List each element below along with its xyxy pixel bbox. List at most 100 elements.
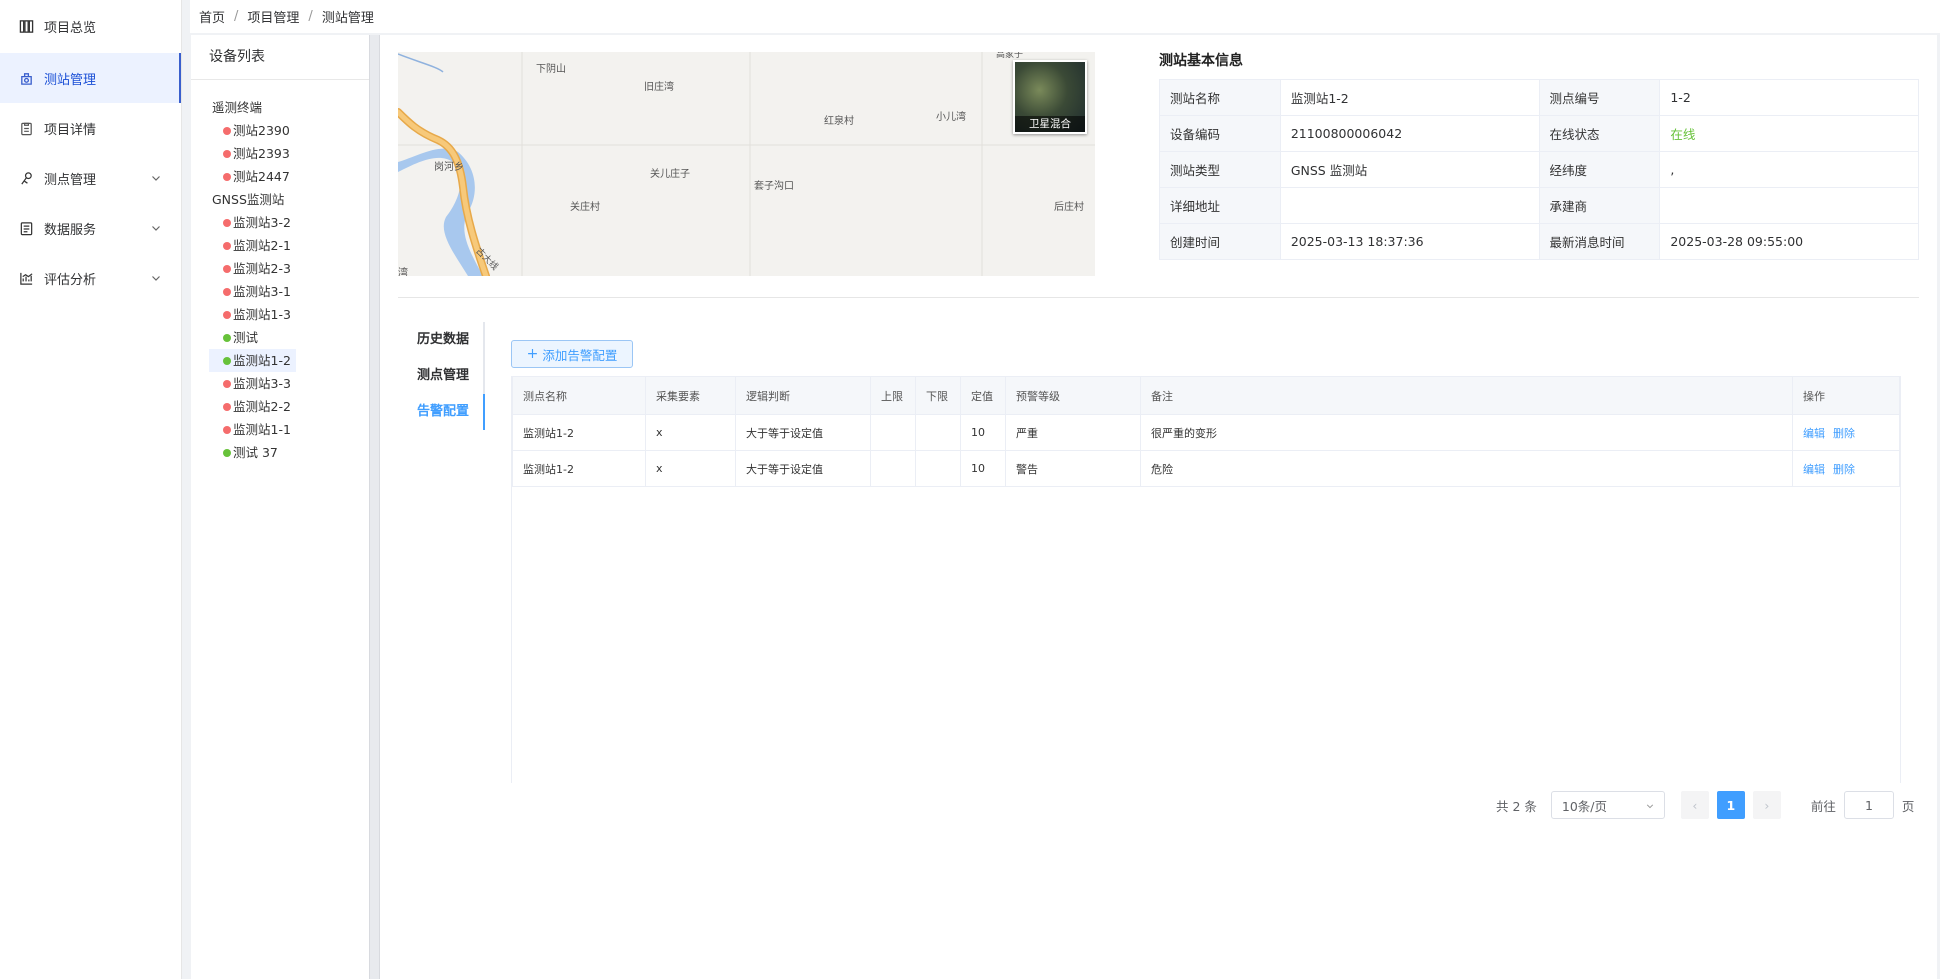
sidebar-item-overview[interactable]: 项目总览: [0, 0, 181, 53]
tree-leaf[interactable]: 监测站1-3: [209, 303, 296, 326]
cell-logic: 大于等于设定值: [735, 450, 871, 487]
tree-leaf[interactable]: 监测站2-3: [209, 257, 296, 280]
map-label: 套子沟口: [754, 181, 794, 192]
tree-leaf[interactable]: 测试 37: [209, 441, 296, 464]
status-dot: [223, 218, 231, 227]
next-page-button[interactable]: ›: [1752, 791, 1781, 819]
page-number-current[interactable]: 1: [1716, 791, 1745, 819]
sidebar-item-station-management[interactable]: 测站管理: [0, 53, 181, 103]
chevron-down-icon: [1646, 804, 1654, 809]
map-label: 旧庄湾: [644, 82, 674, 93]
sidebar-item-data-service[interactable]: 数据服务: [0, 203, 181, 253]
breadcrumb-home[interactable]: 首页: [199, 7, 225, 26]
info-key: 测站类型: [1159, 151, 1281, 188]
info-value: [1279, 187, 1540, 224]
map-label: 湾: [398, 268, 408, 276]
prev-page-button[interactable]: ‹: [1680, 791, 1709, 819]
cell-remark: 危险: [1140, 450, 1793, 487]
tab-alarm-config[interactable]: 告警配置: [398, 394, 485, 430]
device-name: 监测站2-2: [233, 399, 291, 414]
tree-group[interactable]: GNSS监测站: [209, 188, 369, 211]
map-label: 红泉村: [824, 116, 854, 127]
sidebar-item-project-detail[interactable]: 项目详情: [0, 103, 181, 153]
info-row: 详细地址 承建商: [1159, 187, 1919, 224]
tree-leaf-selected[interactable]: 监测站1-2: [209, 349, 296, 372]
tree-leaf[interactable]: 监测站2-2: [209, 395, 296, 418]
status-dot: [223, 149, 231, 158]
breadcrumb-project-management[interactable]: 项目管理: [247, 7, 299, 26]
cell-element: x: [645, 414, 736, 451]
info-key: 详细地址: [1159, 187, 1281, 224]
edit-link[interactable]: 编辑: [1803, 427, 1825, 440]
device-name: 测站2393: [233, 146, 290, 161]
tree-leaf[interactable]: 测站2393: [209, 142, 296, 165]
pagination: 共 2 条 10条/页 ‹ 1 › 前往 页: [1496, 791, 1914, 819]
info-key: 测站名称: [1159, 79, 1281, 116]
info-row: 测站类型 GNSS 监测站 经纬度 ,: [1159, 151, 1919, 188]
panel-splitter[interactable]: [369, 35, 380, 979]
device-name: 监测站3-2: [233, 215, 291, 230]
device-name: 监测站2-1: [233, 238, 291, 253]
tree-leaf[interactable]: 测站2390: [209, 119, 296, 142]
tree-leaf[interactable]: 监测站3-3: [209, 372, 296, 395]
column-header: 上限: [870, 376, 916, 415]
status-dot: [223, 425, 231, 434]
page-size-select[interactable]: 10条/页: [1550, 791, 1665, 819]
delete-link[interactable]: 删除: [1833, 463, 1855, 476]
sidebar-item-point-management[interactable]: 测点管理: [0, 153, 181, 203]
edit-link[interactable]: 编辑: [1803, 463, 1825, 476]
info-value: [1659, 187, 1919, 224]
info-key: 承建商: [1538, 187, 1661, 224]
tree-leaf[interactable]: 监测站1-1: [209, 418, 296, 441]
tree-leaf[interactable]: 测站2447: [209, 165, 296, 188]
tab-point-management[interactable]: 测点管理: [398, 358, 483, 394]
map-label: 岗河乡: [434, 162, 464, 173]
plus-icon: +: [526, 346, 539, 362]
sidebar-item-label: 项目总览: [44, 21, 97, 36]
device-name: 监测站2-3: [233, 261, 291, 276]
sidebar-item-analysis[interactable]: 评估分析: [0, 253, 181, 303]
breadcrumb-separator: /: [234, 9, 239, 24]
column-header: 备注: [1140, 376, 1793, 415]
info-key: 最新消息时间: [1538, 223, 1661, 260]
delete-link[interactable]: 删除: [1833, 427, 1855, 440]
column-header: 定值: [960, 376, 1006, 415]
status-dot: [223, 402, 231, 411]
info-value: ,: [1659, 151, 1919, 188]
map-view[interactable]: 下阴山 旧庄湾 红泉村 小儿湾 岗河乡 关儿庄子 套子沟口 关庄村 后庄村 湾 …: [398, 52, 1095, 276]
tree-leaf[interactable]: 监测站3-2: [209, 211, 296, 234]
info-value: 21100800006042: [1279, 115, 1540, 152]
info-key: 设备编码: [1159, 115, 1281, 152]
add-alarm-config-button[interactable]: + 添加告警配置: [511, 340, 633, 368]
map-label: 关庄村: [570, 202, 600, 213]
goto-page-input[interactable]: [1843, 791, 1894, 819]
sidebar: 项目总览 测站管理 项目详情 测点管理 数据服务 评估分析: [0, 0, 182, 979]
tree-leaf[interactable]: 监测站2-1: [209, 234, 296, 257]
chevron-right-icon: ›: [1764, 797, 1770, 813]
device-list-title: 设备列表: [191, 35, 369, 80]
goto-prefix: 前往: [1810, 798, 1836, 814]
tree-group[interactable]: 遥测终端: [209, 96, 369, 119]
tree-leaf[interactable]: 测试: [209, 326, 296, 349]
tree-leaf[interactable]: 监测站3-1: [209, 280, 296, 303]
cell-lower: [915, 414, 961, 451]
map-label: 下阴山: [536, 64, 566, 75]
cell-logic: 大于等于设定值: [735, 414, 871, 451]
map-label: 关儿庄子: [650, 169, 690, 180]
info-row: 测站名称 监测站1-2 测点编号 1-2: [1159, 79, 1919, 116]
device-name: 测站2447: [233, 169, 290, 184]
satellite-toggle[interactable]: 卫星混合: [1013, 60, 1087, 134]
tab-history-data[interactable]: 历史数据: [398, 322, 483, 358]
sidebar-item-label: 项目详情: [44, 122, 97, 138]
device-tree: 遥测终端 测站2390 测站2393 测站2447 GNSS监测站 监测站3-2…: [191, 80, 369, 464]
sidebar-item-label: 评估分析: [44, 272, 97, 288]
info-row: 设备编码 21100800006042 在线状态 在线: [1159, 115, 1919, 152]
add-button-label: 添加告警配置: [542, 347, 618, 363]
map-label: 后庄村: [1054, 202, 1084, 213]
cell-actions: 编辑 删除: [1792, 414, 1900, 451]
breadcrumb-current: 测站管理: [321, 11, 374, 26]
cell-lower: [915, 450, 961, 487]
device-name: 测试: [233, 330, 259, 345]
page-size-value: 10条/页: [1561, 798, 1608, 814]
cell-value: 10: [960, 450, 1006, 487]
